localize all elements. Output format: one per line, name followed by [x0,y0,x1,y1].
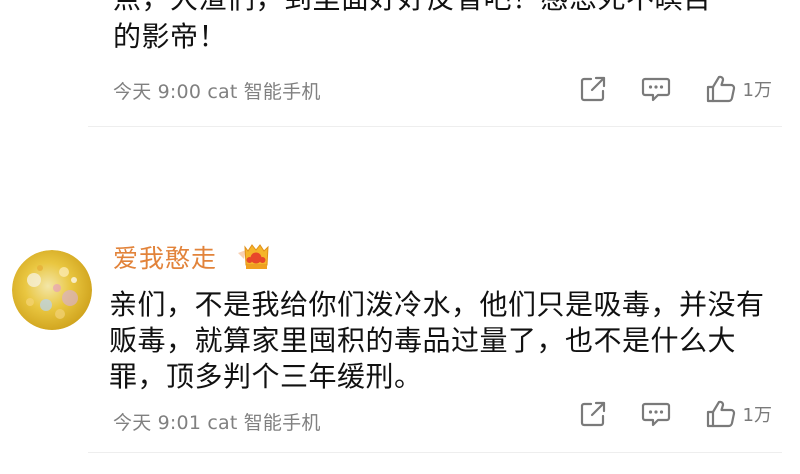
thumbs-up-icon [706,75,735,103]
comment-text: 亲们，不是我给你们泼冷水，他们只是吸毒，并没有贩毒，就算家里囤积的毒品过量了，也… [109,288,765,393]
divider [88,126,782,127]
comment-icon [641,402,670,427]
previous-comment-meta: 今天 9:00 cat 智能手机 [113,81,321,103]
crown-badge-icon [236,239,274,275]
previous-comment-actions: 1万 [579,73,772,105]
divider [88,452,782,453]
like-count: 1万 [742,405,772,426]
previous-comment: 点，大渣们，到里面好好反省吧！感恩死不瞑目 的影帝！ 今天 9:00 cat 智… [0,0,800,130]
previous-comment-text: 点，大渣们，到里面好好反省吧！感恩死不瞑目 的影帝！ [113,0,711,53]
share-button[interactable] [579,400,607,428]
comment-item: 爱我憨走 亲们，不是我给你们泼冷水，他们只是吸毒，并没有贩毒，就算家里囤积的毒品… [0,225,800,474]
reply-button[interactable] [641,400,671,428]
comment-meta: 今天 9:01 cat 智能手机 [113,412,321,434]
comment-actions: 1万 [579,398,772,430]
username[interactable]: 爱我憨走 [113,239,217,275]
share-icon [580,401,605,427]
comment-icon [641,77,670,102]
like-button[interactable]: 1万 [705,74,772,104]
like-button[interactable]: 1万 [705,399,772,429]
avatar[interactable] [12,250,92,330]
reply-button[interactable] [641,75,671,103]
like-count: 1万 [742,80,772,101]
thumbs-up-icon [706,400,735,428]
share-button[interactable] [579,75,607,103]
share-icon [580,76,605,102]
avatar-image [12,250,92,330]
